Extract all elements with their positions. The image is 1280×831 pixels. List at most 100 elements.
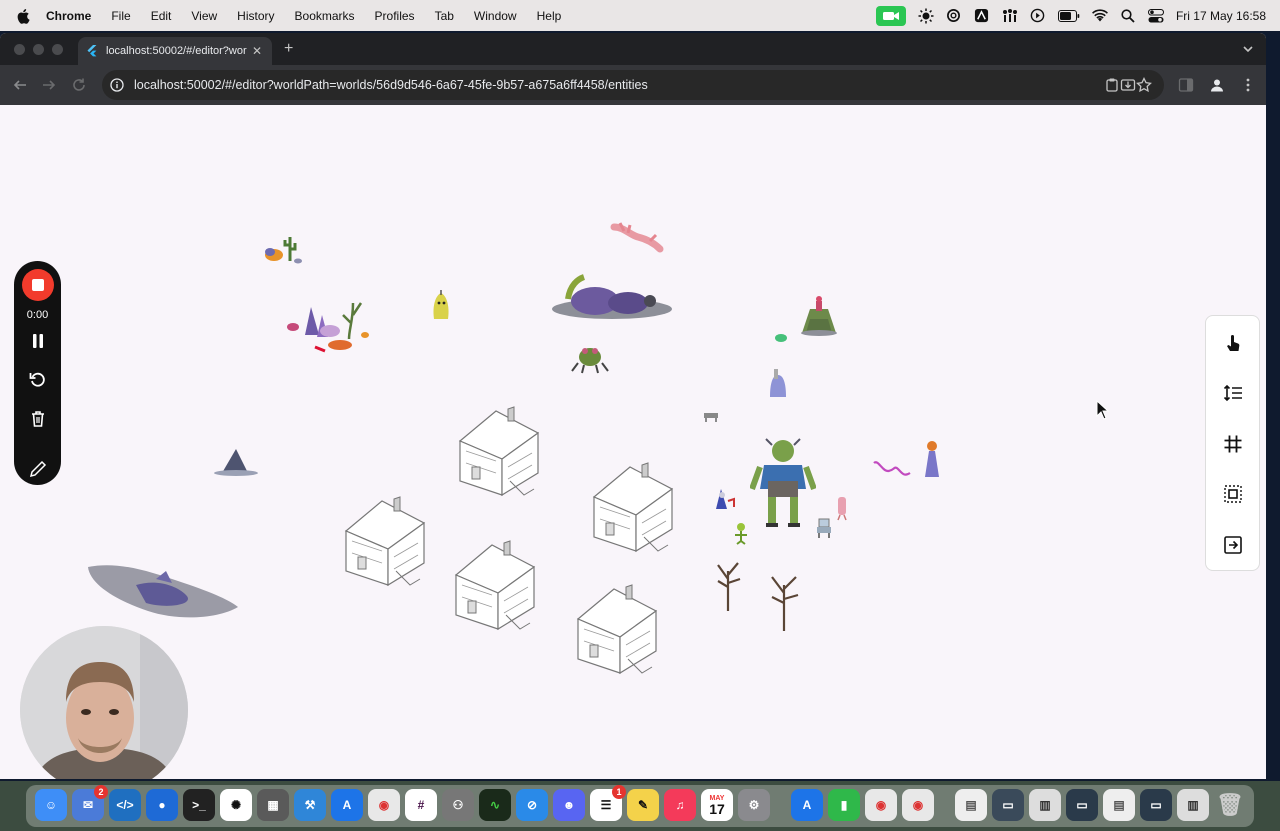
numbers-icon[interactable]: ▮ [828,789,860,821]
browser-tab-active[interactable]: localhost:50002/#/editor?wor ✕ [78,37,272,65]
bare-tree-sprite-1[interactable] [712,557,744,613]
menu-history[interactable]: History [237,9,274,23]
chevron-down-icon[interactable] [1240,41,1256,57]
safari-icon[interactable]: ⊘ [516,789,548,821]
stop-recording-button[interactable] [22,269,54,301]
xcode-icon[interactable]: ⚒ [294,789,326,821]
grid-icon[interactable] [1223,434,1243,454]
purple-rock-pile-sprite[interactable] [550,273,674,323]
menu-edit[interactable]: Edit [151,9,172,23]
screenshots-stack-icon[interactable]: ▭ [1140,789,1172,821]
select-frame-icon[interactable] [1223,484,1243,504]
chatgpt-icon[interactable]: ✺ [220,789,252,821]
page-copy-icon[interactable] [1104,77,1120,93]
reminders-icon[interactable]: ☰ 1 [590,785,626,821]
finder-icon[interactable]: ☺ [35,789,67,821]
site-info-icon[interactable] [110,78,124,92]
house-sprite-3[interactable] [338,491,434,591]
world-editor-canvas[interactable]: 0:00 [0,105,1266,779]
file-stack-icon[interactable]: ▥ [1029,789,1061,821]
bare-tree-sprite-2[interactable] [766,571,802,633]
discord-icon[interactable]: ☻ [553,789,585,821]
openai-status-icon[interactable] [946,8,962,24]
coral-garden-sprite[interactable] [285,295,377,355]
yellow-bird-sprite[interactable] [430,289,452,323]
side-panel-icon[interactable] [1178,77,1194,93]
exit-icon[interactable] [1223,535,1243,555]
mail-icon[interactable]: ✉ 2 [72,785,108,821]
house-sprite-1[interactable] [452,401,548,501]
minimize-window-button[interactable] [33,44,44,55]
troll-character-sprite[interactable] [750,437,816,529]
pinniped-icon[interactable]: ⚇ [442,789,474,821]
play-status-icon[interactable] [1030,8,1046,24]
chrome-icon-3[interactable]: ◉ [902,789,934,821]
menu-help[interactable]: Help [537,9,562,23]
house-sprite-5[interactable] [570,579,666,679]
trash-bin-icon[interactable]: 🗑 [1214,789,1246,821]
vscode-icon[interactable]: </> [109,789,141,821]
close-window-button[interactable] [14,44,25,55]
green-hut-sprite[interactable] [796,293,842,337]
slack-icon[interactable]: # [405,789,437,821]
dark-tent-sprite[interactable] [210,445,260,477]
menu-bookmarks[interactable]: Bookmarks [295,9,355,23]
control-center-icon[interactable] [1147,8,1164,24]
chrome-icon-2[interactable]: ◉ [865,789,897,821]
install-app-icon[interactable] [1120,77,1136,93]
robot-sprite[interactable] [814,517,834,539]
downloads-stack-icon[interactable]: ▭ [1066,789,1098,821]
line-spacing-icon[interactable] [1223,383,1243,403]
blue-ghost-sprite[interactable] [766,367,790,401]
forward-arrow-icon[interactable] [41,77,57,93]
chrome-icon[interactable]: ◉ [368,789,400,821]
green-slime-sprite[interactable] [773,331,789,343]
network-status-icon[interactable] [1002,8,1018,24]
pink-totem-sprite[interactable] [834,495,850,521]
music-icon[interactable]: ♫ [664,789,696,821]
menu-file[interactable]: File [111,9,130,23]
reload-icon[interactable] [71,77,87,93]
terminal-icon[interactable]: >_ [183,789,215,821]
facetime-status-icon[interactable] [875,5,906,26]
frog-creature-sprite[interactable] [570,341,610,375]
pink-worm-sprite[interactable] [870,457,912,481]
address-url[interactable]: localhost:50002/#/editor?worldPath=world… [134,78,648,92]
menu-tab[interactable]: Tab [435,9,454,23]
window-stack-icon[interactable]: ▭ [992,789,1024,821]
zoom-window-button[interactable] [52,44,63,55]
app-store-icon[interactable]: A [331,789,363,821]
new-tab-button[interactable]: + [284,40,293,58]
address-bar[interactable]: localhost:50002/#/editor?worldPath=world… [102,70,1164,100]
green-sprout-sprite[interactable] [732,519,750,545]
menu-clock[interactable]: Fri 17 May 16:58 [1176,9,1266,23]
close-tab-icon[interactable]: ✕ [250,44,264,58]
calculator-icon[interactable]: ▦ [257,789,289,821]
restart-icon[interactable] [28,369,48,389]
menu-app-name[interactable]: Chrome [46,9,91,23]
menu-window[interactable]: Window [474,9,517,23]
menu-profiles[interactable]: Profiles [375,9,415,23]
wifi-icon[interactable] [1092,8,1108,24]
files-stack-icon[interactable]: ▤ [1103,789,1135,821]
bookmark-star-icon[interactable] [1136,77,1152,93]
pause-icon[interactable] [28,331,48,351]
stone-island-sprite[interactable] [86,555,240,621]
activity-monitor-icon[interactable]: ∿ [479,789,511,821]
folder-stack-icon[interactable]: ▥ [1177,789,1209,821]
cactus-cluster-sprite[interactable] [262,233,306,269]
pencil-icon[interactable] [28,459,48,479]
document-icon[interactable]: ▤ [955,789,987,821]
house-sprite-4[interactable] [448,535,544,635]
more-options-icon[interactable] [1240,77,1256,93]
notes-icon[interactable]: ✎ [627,789,659,821]
touch-icon[interactable] [1223,333,1243,353]
back-arrow-icon[interactable] [12,77,28,93]
menu-view[interactable]: View [191,9,217,23]
pink-axolotl-sprite[interactable] [610,219,664,255]
small-bench-sprite[interactable] [703,411,719,423]
trash-icon[interactable] [28,409,48,429]
maps-pin-icon[interactable]: ● [146,789,178,821]
blue-wizard-sprite[interactable] [712,483,736,511]
calendar-icon[interactable]: MAY 17 [701,789,733,821]
